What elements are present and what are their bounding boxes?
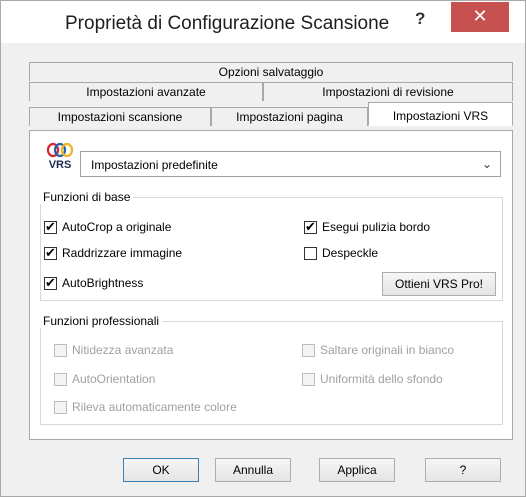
checkbox-label: Despeckle (322, 246, 379, 260)
checkbox-box (304, 246, 317, 260)
tab-impostazioni-di-revisione[interactable]: Impostazioni di revisione (263, 82, 513, 101)
checkbox-box (304, 219, 317, 235)
tab-impostazioni-scansione[interactable]: Impostazioni scansione (29, 107, 211, 126)
tab-label: Opzioni salvataggio (218, 65, 324, 79)
checkbox-box (302, 372, 315, 386)
tab-impostazioni-pagina[interactable]: Impostazioni pagina (211, 107, 368, 126)
checkbox-label: AutoCrop a originale (62, 220, 172, 234)
auto-color-detect-checkbox[interactable]: Rileva automaticamente colore (54, 400, 237, 414)
close-button[interactable]: ✕ (451, 2, 509, 32)
checkbox-box (54, 400, 67, 414)
autocrop-checkbox[interactable]: AutoCrop a originale (44, 219, 172, 235)
tab-label: Impostazioni pagina (236, 110, 343, 124)
background-smoothing-checkbox[interactable]: Uniformità dello sfondo (302, 372, 443, 386)
ok-button[interactable]: OK (123, 458, 199, 482)
help-title-button[interactable]: ? (415, 9, 425, 29)
chevron-down-icon: ⌄ (481, 157, 492, 171)
skip-blank-originals-checkbox[interactable]: Saltare originali in bianco (302, 343, 454, 357)
deskew-checkbox[interactable]: Raddrizzare immagine (44, 245, 183, 261)
tab-impostazioni-vrs[interactable]: Impostazioni VRS (368, 102, 513, 126)
autobrightness-checkbox[interactable]: AutoBrightness (44, 275, 144, 291)
checkbox-label: Raddrizzare immagine (62, 246, 183, 260)
checkbox-label: Nitidezza avanzata (72, 343, 174, 357)
cancel-button[interactable]: Annulla (215, 458, 291, 482)
checkbox-box (54, 372, 67, 386)
close-icon: ✕ (472, 6, 488, 26)
tab-label: Impostazioni di revisione (322, 85, 454, 99)
advanced-sharpening-checkbox[interactable]: Nitidezza avanzata (54, 343, 173, 357)
window-title: Proprietà di Configurazione Scansione (65, 13, 390, 34)
tab-impostazioni-avanzate[interactable]: Impostazioni avanzate (29, 82, 263, 101)
checkbox-box (44, 275, 57, 291)
checkbox-box (54, 343, 67, 357)
title-bar: Proprietà di Configurazione Scansione ? … (1, 1, 525, 43)
tab-opzioni-salvataggio[interactable]: Opzioni salvataggio (29, 62, 513, 81)
tab-label: Impostazioni avanzate (86, 85, 206, 99)
checkbox-box (302, 343, 315, 357)
apply-button[interactable]: Applica (319, 458, 395, 482)
help-button[interactable]: ? (425, 458, 501, 482)
checkbox-label: Uniformità dello sfondo (320, 372, 443, 386)
autoorientation-checkbox[interactable]: AutoOrientation (54, 372, 155, 386)
basic-functions-title: Funzioni di base (40, 190, 134, 204)
dialog-window: Proprietà di Configurazione Scansione ? … (0, 0, 526, 497)
vrs-logo-icon: VRS (46, 142, 74, 170)
edge-cleanup-checkbox[interactable]: Esegui pulizia bordo (304, 219, 431, 235)
despeckle-checkbox[interactable]: Despeckle (304, 246, 378, 260)
pro-functions-title: Funzioni professionali (40, 314, 163, 328)
checkbox-box (44, 219, 57, 235)
checkbox-label: Rileva automaticamente colore (72, 400, 237, 414)
vrs-logo-text: VRS (49, 159, 72, 170)
checkbox-label: Esegui pulizia bordo (322, 220, 431, 234)
checkbox-label: AutoOrientation (72, 372, 156, 386)
tab-label: Impostazioni VRS (392, 109, 489, 123)
checkbox-box (44, 245, 57, 261)
checkbox-label: Saltare originali in bianco (320, 343, 455, 357)
tab-label: Impostazioni scansione (57, 110, 183, 124)
preset-dropdown[interactable]: Impostazioni predefinite ⌄ (80, 151, 501, 177)
checkbox-label: AutoBrightness (62, 276, 144, 290)
get-vrs-pro-button[interactable]: Ottieni VRS Pro! (382, 272, 496, 296)
preset-value: Impostazioni predefinite (91, 158, 218, 172)
